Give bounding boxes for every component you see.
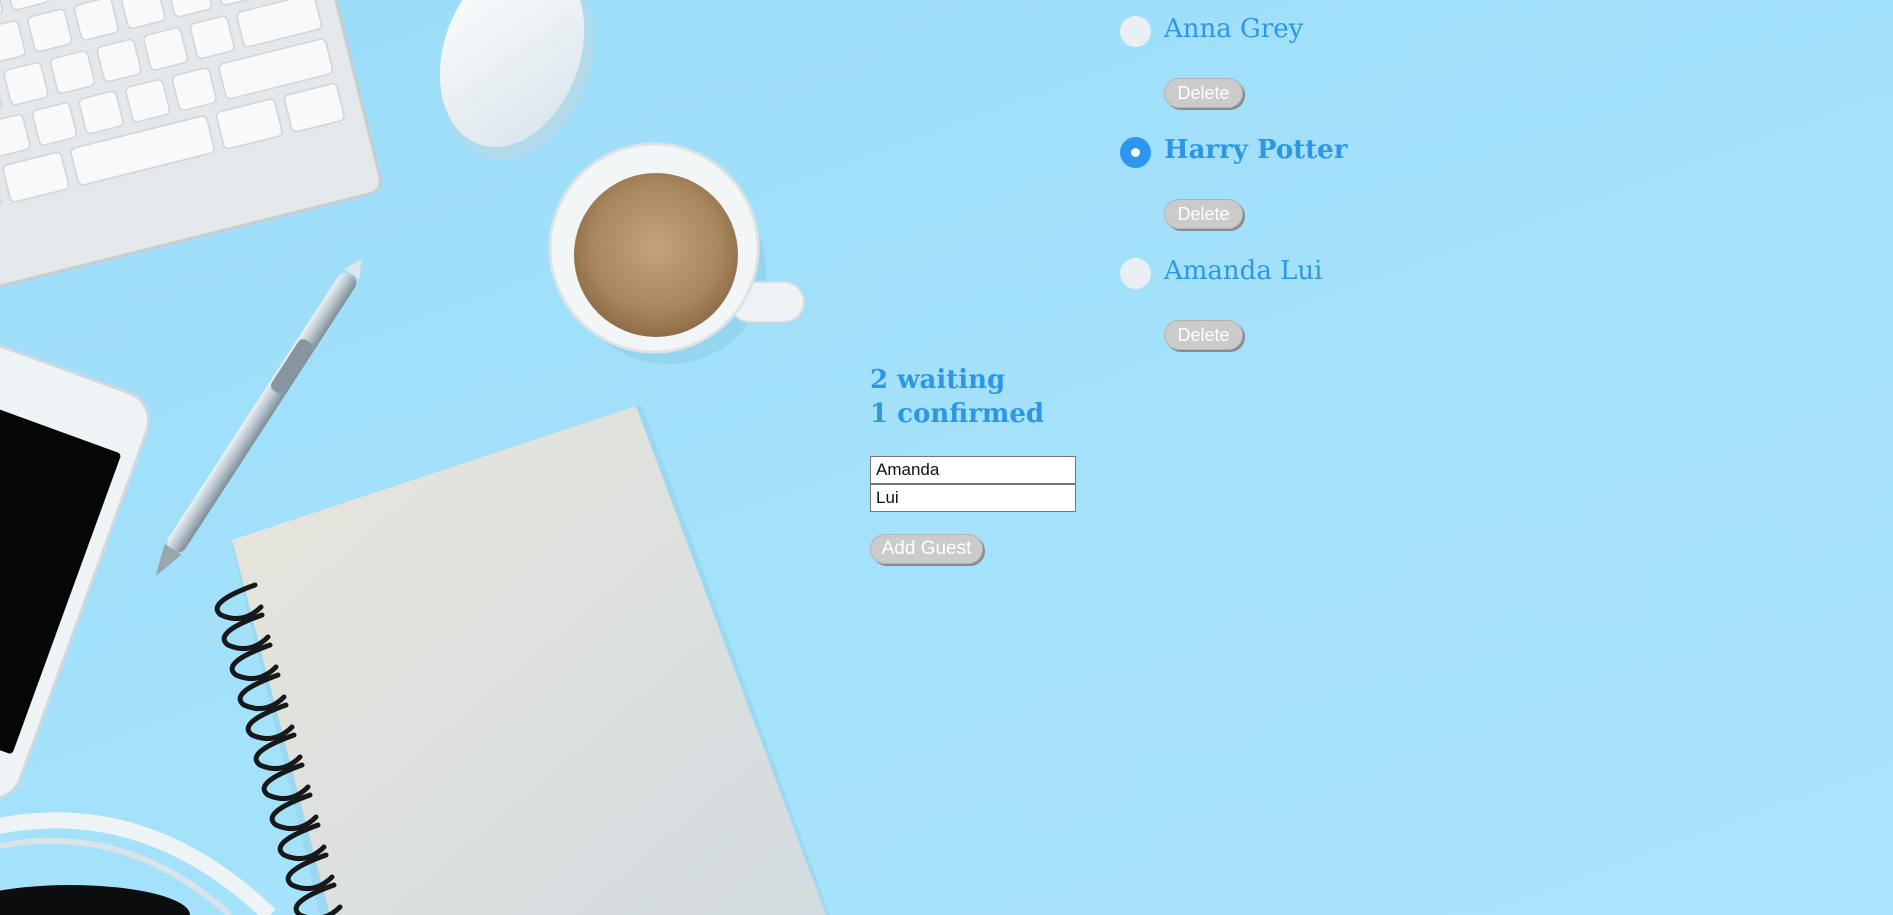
- guest-name: Harry Potter: [1164, 135, 1348, 165]
- coffee-cup-image: [548, 142, 805, 364]
- guest-list: Anna Grey Delete Harry Potter Delete Ama…: [1119, 12, 1639, 375]
- guest-item: Amanda Lui Delete: [1119, 254, 1639, 375]
- notebook-image: [214, 405, 830, 915]
- last-name-input[interactable]: [870, 484, 1076, 512]
- guest-confirm-toggle[interactable]: [1120, 16, 1151, 47]
- keyboard-image: [0, 0, 382, 306]
- delete-guest-button[interactable]: Delete: [1164, 199, 1243, 229]
- mouse-image: [439, 0, 594, 160]
- guest-item: Anna Grey Delete: [1119, 12, 1639, 133]
- first-name-input[interactable]: [870, 456, 1076, 484]
- delete-guest-button[interactable]: Delete: [1164, 320, 1243, 350]
- add-guest-button[interactable]: Add Guest: [870, 534, 983, 564]
- phone-image: [0, 331, 151, 801]
- guest-summary: 2 waiting 1 confirmed: [870, 363, 1044, 431]
- guest-item: Harry Potter Delete: [1119, 133, 1639, 254]
- guest-name: Anna Grey: [1164, 14, 1304, 44]
- waiting-count: 2 waiting: [870, 365, 1006, 395]
- pen-image: [155, 259, 362, 577]
- headphones-image: [0, 812, 276, 915]
- confirmed-count: 1 confirmed: [870, 399, 1045, 429]
- delete-guest-button[interactable]: Delete: [1164, 78, 1243, 108]
- guest-confirm-toggle[interactable]: [1120, 258, 1151, 289]
- guest-confirm-toggle[interactable]: [1120, 137, 1151, 168]
- guest-name: Amanda Lui: [1164, 256, 1323, 286]
